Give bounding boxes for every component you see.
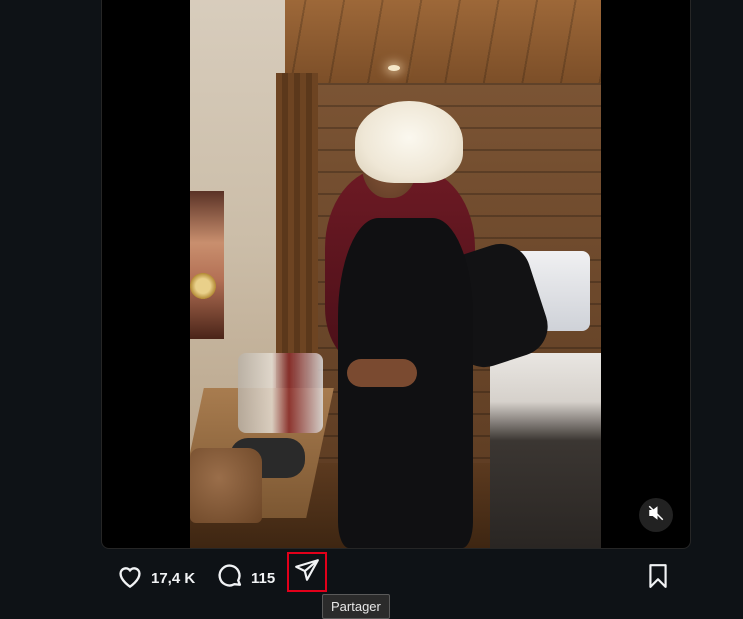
bookmark-icon [645, 562, 671, 595]
bookmark-button[interactable] [645, 560, 671, 596]
like-button[interactable]: 17,4 K [115, 560, 195, 596]
comment-count: 115 [251, 569, 276, 587]
video-person-hat [355, 101, 463, 183]
paper-plane-icon [294, 557, 320, 588]
comment-bubble-icon [215, 562, 245, 595]
video-person-hands [347, 359, 417, 387]
comment-button[interactable]: 115 [215, 560, 275, 596]
video-scene-poster [190, 191, 224, 339]
post-card [101, 0, 691, 549]
video-scene-boots [190, 448, 262, 523]
share-button[interactable] [287, 552, 327, 592]
speaker-muted-icon [647, 504, 665, 527]
share-tooltip: Partager [322, 594, 390, 619]
video-scene-bed [490, 353, 601, 548]
video-scene-light [388, 65, 400, 71]
like-count: 17,4 K [151, 569, 196, 587]
heart-icon [115, 563, 145, 594]
video-scene-poster-detail [190, 273, 216, 299]
post-video[interactable] [190, 0, 601, 548]
video-scene-items [238, 353, 323, 433]
mute-toggle-button[interactable] [639, 498, 673, 532]
post-action-bar: 17,4 K 115 [101, 552, 689, 596]
